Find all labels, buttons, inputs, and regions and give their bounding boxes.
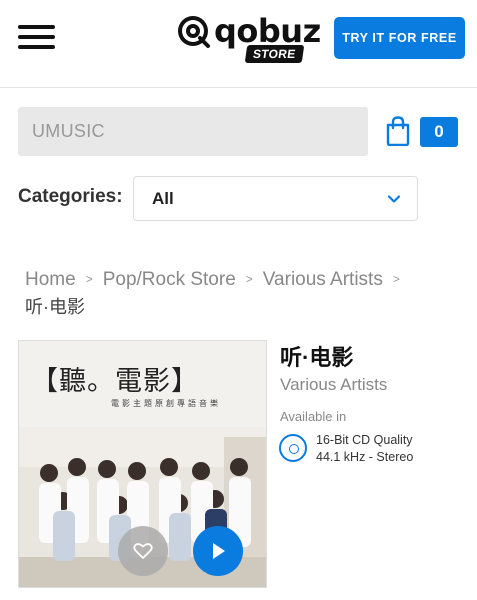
breadcrumb: Home > Pop/Rock Store > Various Artists > bbox=[25, 266, 465, 295]
cart-count-badge[interactable]: 0 bbox=[420, 117, 458, 147]
breadcrumb-separator: > bbox=[85, 272, 93, 286]
quality-sample-rate: 44.1 kHz - Stereo bbox=[316, 450, 414, 464]
cd-disc-icon bbox=[279, 434, 307, 462]
available-in-label: Available in bbox=[280, 409, 347, 424]
album-title: 听·电影 bbox=[280, 345, 354, 370]
categories-label: Categories: bbox=[18, 186, 123, 207]
album-artist-link[interactable]: Various Artists bbox=[280, 375, 387, 395]
breadcrumb-artist[interactable]: Various Artists bbox=[263, 269, 383, 290]
qobuz-logo[interactable]: qobuz STORE bbox=[176, 12, 321, 64]
breadcrumb-store[interactable]: Pop/Rock Store bbox=[103, 269, 236, 290]
cover-subtitle: 電影主題原創專語音樂 bbox=[111, 399, 221, 408]
favorite-button[interactable] bbox=[118, 526, 168, 576]
cover-title: 【聽。電影】 bbox=[31, 366, 199, 397]
heart-outline-icon bbox=[133, 543, 153, 559]
breadcrumb-separator: > bbox=[392, 272, 400, 286]
play-button[interactable] bbox=[193, 526, 243, 576]
categories-select[interactable]: All bbox=[133, 176, 418, 221]
hamburger-menu-icon[interactable] bbox=[18, 25, 55, 49]
play-icon bbox=[213, 543, 225, 559]
breadcrumb-home[interactable]: Home bbox=[25, 269, 76, 290]
quality-bit-depth: 16-Bit CD Quality bbox=[316, 433, 413, 447]
categories-selected-value: All bbox=[152, 189, 174, 208]
site-header: qobuz STORE TRY IT FOR FREE bbox=[0, 0, 477, 88]
breadcrumb-current: 听·电影 bbox=[25, 297, 85, 317]
try-it-for-free-button[interactable]: TRY IT FOR FREE bbox=[334, 17, 465, 59]
shopping-bag-icon[interactable] bbox=[385, 116, 411, 146]
qobuz-logo-mark-icon bbox=[178, 16, 210, 48]
chevron-down-icon bbox=[387, 195, 401, 203]
breadcrumb-separator: > bbox=[245, 272, 253, 286]
logo-store-badge: STORE bbox=[244, 45, 304, 63]
search-input[interactable]: UMUSIC bbox=[18, 107, 368, 156]
